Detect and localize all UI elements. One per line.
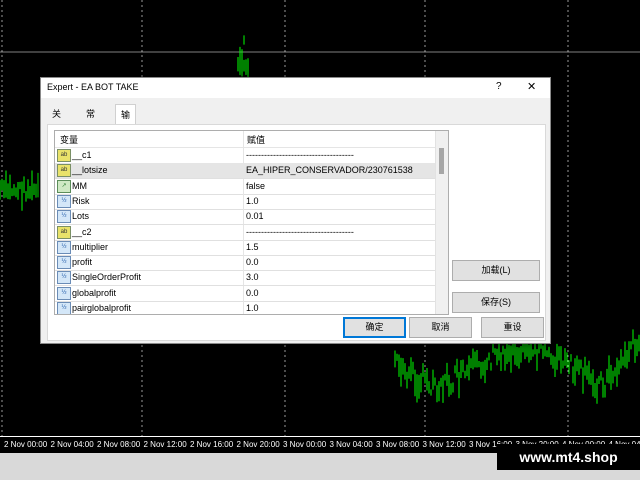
tab-common[interactable]: 常用: [81, 106, 100, 136]
parameter-value[interactable]: false: [246, 181, 265, 191]
parameter-name: __c1: [72, 150, 92, 160]
cell-divider: [243, 148, 244, 163]
time-label: 2 Nov 12:00: [143, 440, 187, 449]
cell-divider: [243, 193, 244, 209]
parameter-value[interactable]: 0.0: [246, 288, 259, 298]
parameter-name: __lotsize: [72, 165, 108, 176]
parameter-name: profit: [72, 257, 93, 268]
parameter-name: globalprofit: [72, 287, 117, 298]
time-label: 2 Nov 08:00: [97, 440, 141, 449]
time-label: 3 Nov 08:00: [376, 440, 420, 449]
parameter-row[interactable]: ab __lotsize EA_HIPER_CONSERVADOR/23076153…: [55, 163, 435, 180]
bool-type-icon: ↗: [57, 179, 71, 193]
number-type-icon: ½: [57, 302, 71, 314]
parameter-value[interactable]: ------------------------------------: [246, 150, 354, 160]
string-type-icon: ab: [57, 164, 71, 178]
grid-header: 变量 赋值: [55, 131, 435, 148]
tab-about[interactable]: 关于: [47, 106, 66, 136]
close-button[interactable]: ✕: [527, 80, 536, 93]
parameter-value[interactable]: 1.5: [246, 242, 259, 252]
column-variable[interactable]: 变量: [60, 133, 78, 146]
cell-divider: [243, 209, 244, 225]
column-divider[interactable]: [243, 131, 244, 147]
number-type-icon: ½: [57, 256, 71, 270]
string-type-icon: ab: [57, 149, 71, 162]
parameter-value[interactable]: 1.0: [246, 303, 259, 313]
scrollbar-thumb[interactable]: [439, 148, 444, 174]
parameter-row[interactable]: ½ pairglobalprofit 1.0: [55, 301, 435, 314]
cell-divider: [243, 285, 244, 301]
number-type-icon: ½: [57, 210, 71, 224]
time-label: 2 Nov 20:00: [236, 440, 280, 449]
number-type-icon: ½: [57, 194, 71, 208]
parameter-name: MM: [72, 180, 87, 191]
parameter-row[interactable]: ½ Risk 1.0: [55, 193, 435, 210]
parameter-row[interactable]: ½ globalprofit 0.0: [55, 285, 435, 302]
cell-divider: [243, 224, 244, 240]
cell-divider: [243, 178, 244, 194]
save-button[interactable]: 保存(S): [452, 292, 540, 313]
cell-divider: [243, 301, 244, 314]
number-type-icon: ½: [57, 286, 71, 300]
parameter-name: multiplier: [72, 241, 109, 252]
parameter-row[interactable]: ab __c2 ----------------------------------…: [55, 224, 435, 241]
load-button[interactable]: 加载(L): [452, 260, 540, 281]
cell-divider: [243, 270, 244, 286]
cancel-button[interactable]: 取消: [409, 317, 472, 338]
parameter-value[interactable]: 1.0: [246, 196, 259, 206]
tab-inputs[interactable]: 输入参数: [115, 104, 137, 180]
time-label: 3 Nov 04:00: [329, 440, 373, 449]
cell-divider: [243, 255, 244, 271]
watermark: www.mt4.shop: [497, 444, 640, 470]
parameter-row[interactable]: ½ multiplier 1.5: [55, 239, 435, 256]
inputs-panel: 变量 赋值 ab __c1 ----------------------------…: [47, 124, 546, 341]
grid-scrollbar[interactable]: [435, 131, 448, 314]
parameter-value[interactable]: ------------------------------------: [246, 227, 354, 237]
parameter-name: SingleOrderProfit: [72, 272, 142, 283]
help-button[interactable]: ?: [496, 81, 502, 92]
parameter-name: Risk: [72, 195, 90, 206]
time-label: 2 Nov 16:00: [190, 440, 234, 449]
cell-divider: [243, 163, 244, 179]
parameter-row[interactable]: ↗ MM false: [55, 178, 435, 195]
dialog-title: Expert - EA BOT TAKE: [47, 82, 139, 92]
parameter-value[interactable]: 0.0: [246, 257, 259, 267]
parameter-value[interactable]: EA_HIPER_CONSERVADOR/230761538: [246, 165, 413, 175]
parameter-value[interactable]: 0.01: [246, 211, 264, 221]
column-value[interactable]: 赋值: [247, 133, 265, 146]
time-label: 3 Nov 12:00: [422, 440, 466, 449]
dialog-titlebar: Expert - EA BOT TAKE ? ✕: [41, 78, 550, 98]
parameter-name: pairglobalprofit: [72, 303, 132, 313]
number-type-icon: ½: [57, 271, 71, 285]
parameter-row[interactable]: ab __c1 ----------------------------------…: [55, 148, 435, 164]
parameter-row[interactable]: ½ SingleOrderProfit 3.0: [55, 270, 435, 287]
parameter-value[interactable]: 3.0: [246, 272, 259, 282]
number-type-icon: ½: [57, 240, 71, 254]
expert-dialog: Expert - EA BOT TAKE ? ✕ 关于 常用 输入参数 变量 赋…: [40, 77, 551, 344]
string-type-icon: ab: [57, 225, 71, 239]
cell-divider: [243, 239, 244, 255]
parameter-row[interactable]: ½ Lots 0.01: [55, 209, 435, 226]
parameter-name: Lots: [72, 211, 90, 222]
time-label: 3 Nov 00:00: [283, 440, 327, 449]
reset-button[interactable]: 重设: [481, 317, 544, 338]
parameter-row[interactable]: ½ profit 0.0: [55, 255, 435, 272]
time-label: 2 Nov 00:00: [4, 440, 48, 449]
parameters-grid: 变量 赋值 ab __c1 ----------------------------…: [54, 130, 449, 315]
parameter-name: __c2: [72, 226, 92, 237]
time-label: 2 Nov 04:00: [50, 440, 94, 449]
ok-button[interactable]: 确定: [343, 317, 406, 338]
